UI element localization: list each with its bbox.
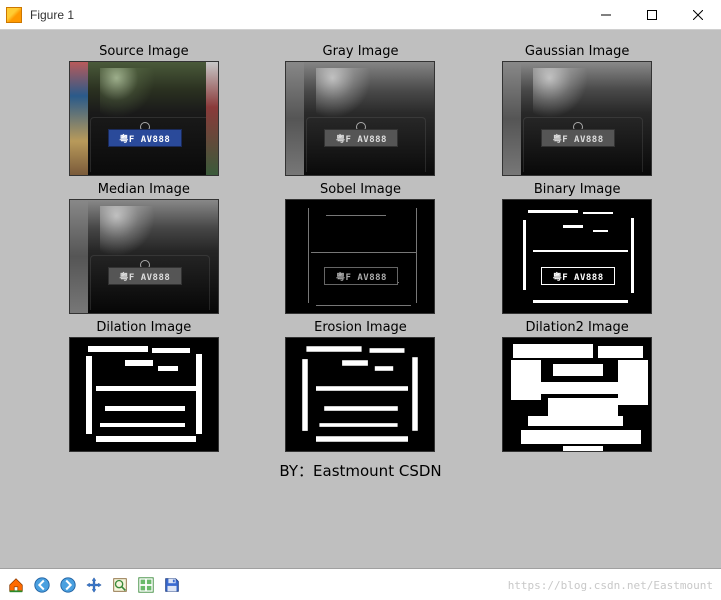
subplot-image: 粤F AV888 xyxy=(285,199,435,314)
subplot-image: 粤F AV888 xyxy=(69,199,219,314)
figure-caption: BY：Eastmount CSDN xyxy=(0,460,721,481)
subplot-label: Gray Image xyxy=(323,44,399,59)
window-controls xyxy=(583,0,721,30)
subplot-gray: Gray Image 粤F AV888 xyxy=(272,44,449,176)
save-button[interactable] xyxy=(160,573,184,597)
license-plate: 粤F AV888 xyxy=(108,129,182,147)
subplot-label: Sobel Image xyxy=(320,182,401,197)
subplot-label: Erosion Image xyxy=(314,320,407,335)
zoom-button[interactable] xyxy=(108,573,132,597)
subplot-image: 粤F AV888 xyxy=(69,61,219,176)
minimize-button[interactable] xyxy=(583,0,629,30)
license-plate: 粤F AV888 xyxy=(324,129,398,147)
configure-subplots-button[interactable] xyxy=(134,573,158,597)
license-plate: 粤F AV888 xyxy=(108,267,182,285)
subplot-dilation: Dilation Image xyxy=(56,320,233,452)
subplot-sobel: Sobel Image 粤F AV888 xyxy=(272,182,449,314)
close-button[interactable] xyxy=(675,0,721,30)
subplot-label: Median Image xyxy=(98,182,190,197)
subplot-erosion: Erosion Image xyxy=(272,320,449,452)
subplot-image xyxy=(502,337,652,452)
app-icon xyxy=(6,7,22,23)
forward-button[interactable] xyxy=(56,573,80,597)
subplot-image xyxy=(69,337,219,452)
subplot-label: Dilation2 Image xyxy=(526,320,629,335)
maximize-button[interactable] xyxy=(629,0,675,30)
subplot-label: Dilation Image xyxy=(96,320,191,335)
subplot-source: Source Image 粤F AV888 xyxy=(56,44,233,176)
license-plate: 粤F AV888 xyxy=(541,267,615,285)
subplot-dilation2: Dilation2 Image xyxy=(489,320,666,452)
license-plate: 粤F AV888 xyxy=(324,267,398,285)
subplot-binary: Binary Image 粤F AV888 xyxy=(489,182,666,314)
subplot-gaussian: Gaussian Image 粤F AV888 xyxy=(489,44,666,176)
subplot-label: Binary Image xyxy=(534,182,621,197)
pan-button[interactable] xyxy=(82,573,106,597)
subplot-image: 粤F AV888 xyxy=(502,61,652,176)
titlebar: Figure 1 xyxy=(0,0,721,30)
watermark: https://blog.csdn.net/Eastmount xyxy=(508,579,713,592)
subplot-image xyxy=(285,337,435,452)
home-button[interactable] xyxy=(4,573,28,597)
subplot-label: Source Image xyxy=(99,44,189,59)
subplot-median: Median Image 粤F AV888 xyxy=(56,182,233,314)
license-plate: 粤F AV888 xyxy=(541,129,615,147)
figure-canvas: Source Image 粤F AV888 Gray Image 粤F AV88… xyxy=(0,30,721,568)
subplot-grid: Source Image 粤F AV888 Gray Image 粤F AV88… xyxy=(56,44,666,452)
subplot-image: 粤F AV888 xyxy=(285,61,435,176)
back-button[interactable] xyxy=(30,573,54,597)
window-title: Figure 1 xyxy=(30,8,583,22)
subplot-label: Gaussian Image xyxy=(525,44,630,59)
subplot-image: 粤F AV888 xyxy=(502,199,652,314)
